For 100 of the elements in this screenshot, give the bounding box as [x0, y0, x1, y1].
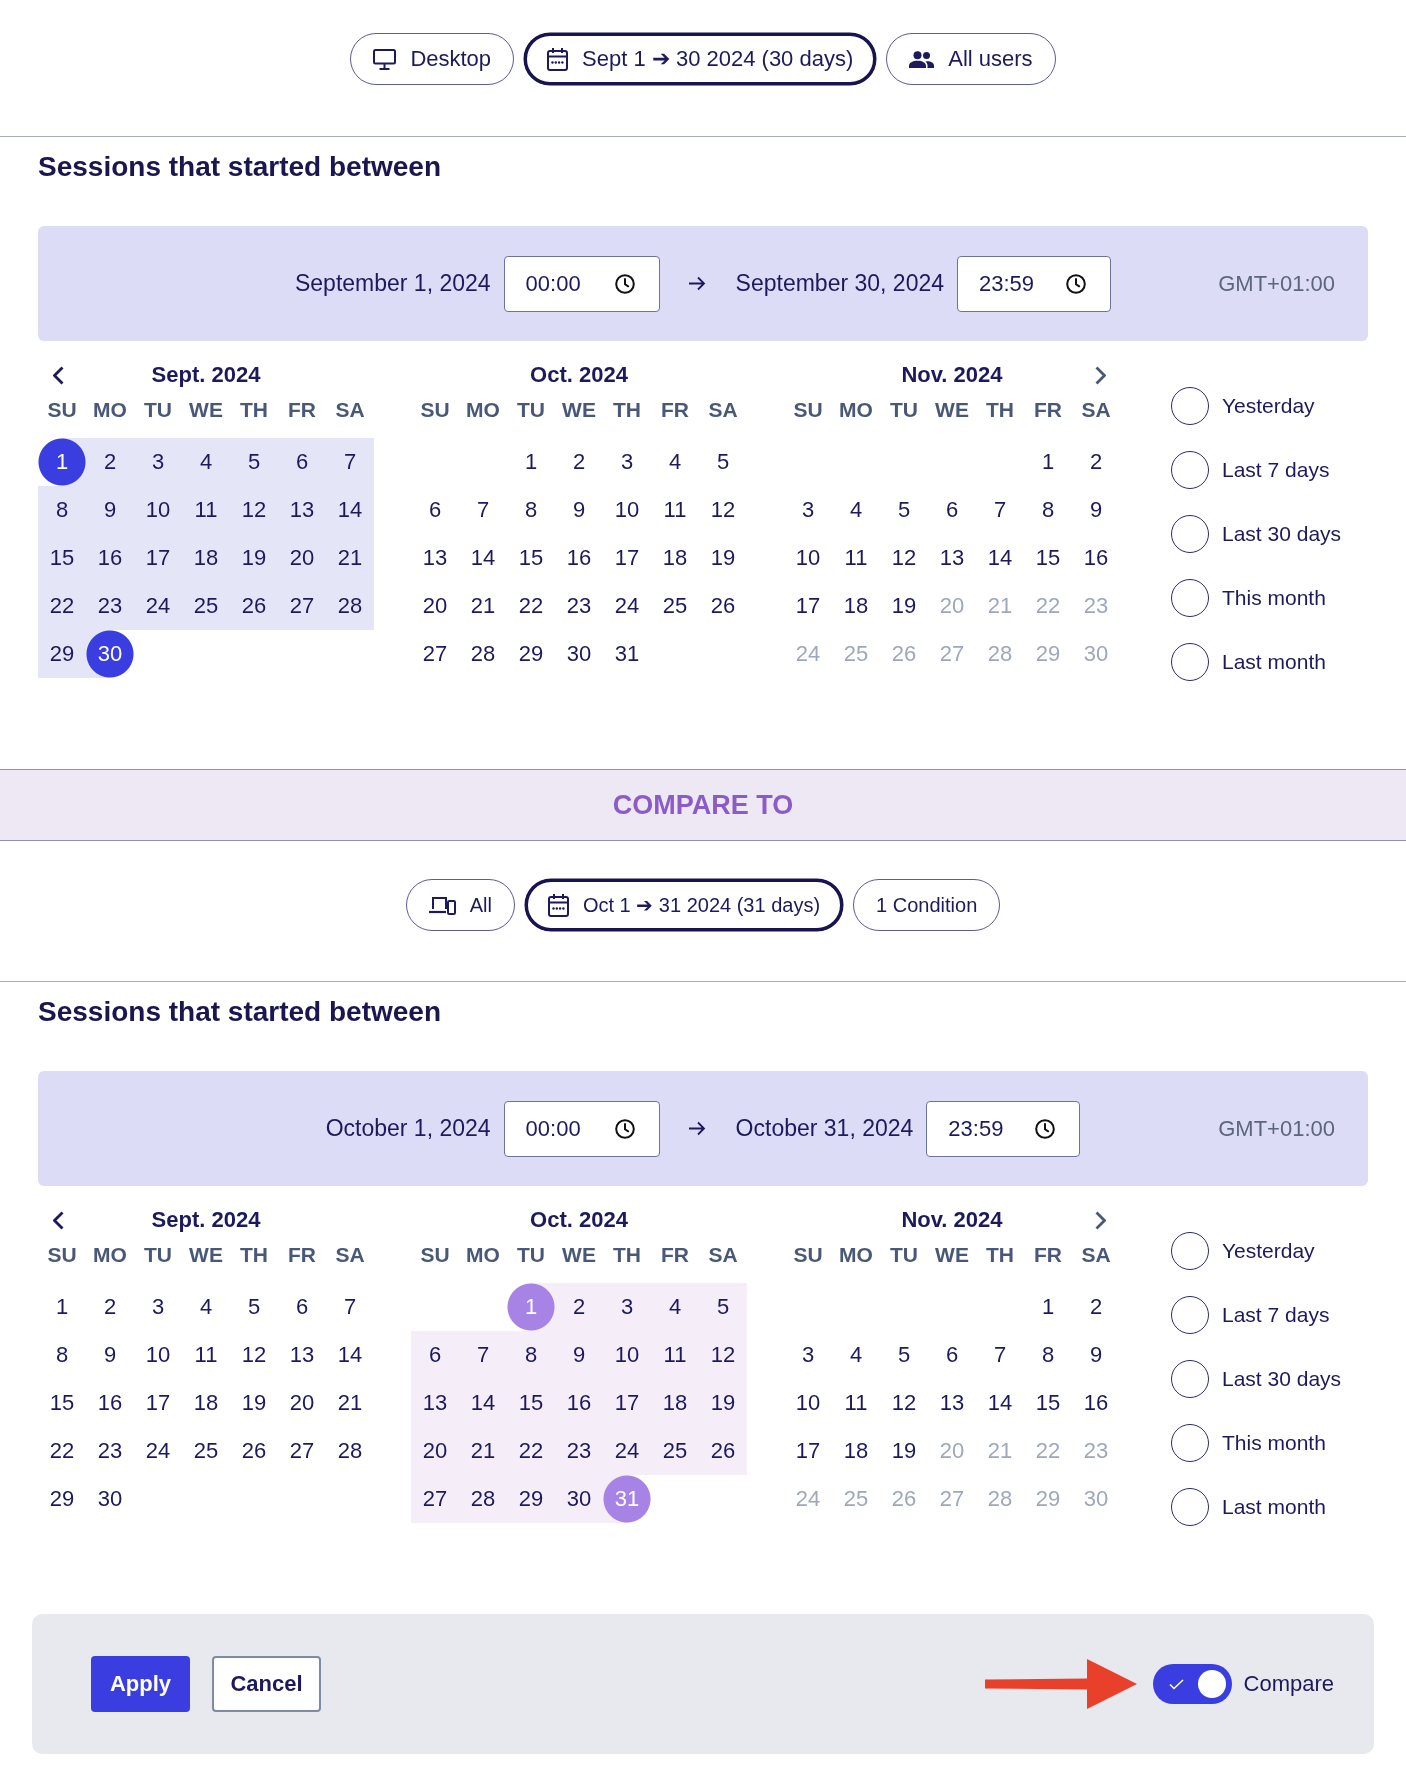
calendar-day[interactable]: 14: [976, 1379, 1024, 1427]
calendar-day[interactable]: 5: [230, 1283, 278, 1331]
calendar-day[interactable]: 21: [326, 534, 374, 582]
calendar-day[interactable]: 6: [411, 486, 459, 534]
calendar-day[interactable]: 6: [928, 1331, 976, 1379]
calendar-day[interactable]: 4: [832, 486, 880, 534]
end-time-field[interactable]: 23:59: [957, 255, 1112, 312]
radio-button[interactable]: [1171, 387, 1209, 425]
calendar-day[interactable]: 2: [86, 1283, 134, 1331]
calendar-day[interactable]: 4: [832, 1331, 880, 1379]
calendar-day[interactable]: 16: [1072, 534, 1120, 582]
calendar-day[interactable]: 4: [651, 438, 699, 486]
calendar-day[interactable]: 17: [134, 1379, 182, 1427]
calendar-day[interactable]: 30: [555, 1475, 603, 1523]
calendar-day[interactable]: 3: [603, 438, 651, 486]
calendar-day[interactable]: 2: [1072, 438, 1120, 486]
date-range-button[interactable]: Sept 1 ➔ 30 2024 (30 days): [524, 33, 877, 85]
calendar-day[interactable]: 18: [182, 1379, 230, 1427]
calendar-day[interactable]: 31: [603, 630, 651, 678]
calendar-day[interactable]: 6: [928, 486, 976, 534]
calendar-day[interactable]: 19: [880, 582, 928, 630]
calendar-day[interactable]: 19: [699, 1379, 747, 1427]
user-filter-button[interactable]: All users: [886, 33, 1056, 85]
calendar-day[interactable]: 22: [507, 582, 555, 630]
calendar-day[interactable]: 11: [832, 1379, 880, 1427]
calendar-day[interactable]: 17: [603, 1379, 651, 1427]
device-filter-button[interactable]: Desktop: [350, 33, 515, 85]
calendar-day[interactable]: 26: [230, 582, 278, 630]
calendar-day[interactable]: 11: [832, 534, 880, 582]
calendar-day[interactable]: 10: [784, 534, 832, 582]
calendar-day[interactable]: 18: [182, 534, 230, 582]
calendar-day[interactable]: 9: [86, 1331, 134, 1379]
calendar-day[interactable]: 8: [38, 1331, 86, 1379]
calendar-day[interactable]: 26: [699, 582, 747, 630]
preset-label[interactable]: Last month: [1222, 650, 1326, 674]
preset-label[interactable]: This month: [1222, 1431, 1326, 1455]
calendar-day[interactable]: 3: [134, 1283, 182, 1331]
calendar-day[interactable]: 28: [459, 630, 507, 678]
preset-label[interactable]: This month: [1222, 586, 1326, 610]
calendar-day[interactable]: 3: [784, 1331, 832, 1379]
calendar-day[interactable]: 19: [699, 534, 747, 582]
calendar-day[interactable]: 10: [134, 486, 182, 534]
calendar-day[interactable]: 23: [555, 582, 603, 630]
calendar-day[interactable]: 7: [459, 1331, 507, 1379]
cancel-button[interactable]: Cancel: [212, 1656, 321, 1712]
calendar-day[interactable]: 16: [86, 1379, 134, 1427]
calendar-day[interactable]: 27: [411, 1475, 459, 1523]
radio-button[interactable]: [1171, 1296, 1209, 1334]
chevron-left-icon[interactable]: [52, 365, 64, 385]
device-filter-button[interactable]: All: [405, 879, 515, 931]
calendar-day[interactable]: 8: [38, 486, 86, 534]
calendar-day[interactable]: 11: [651, 1331, 699, 1379]
calendar-day[interactable]: 6: [411, 1331, 459, 1379]
calendar-day[interactable]: 9: [555, 486, 603, 534]
calendar-day[interactable]: 28: [326, 582, 374, 630]
calendar-day[interactable]: 30: [86, 630, 134, 678]
calendar-day[interactable]: 20: [411, 582, 459, 630]
calendar-day[interactable]: 3: [784, 486, 832, 534]
calendar-day[interactable]: 22: [38, 582, 86, 630]
calendar-day[interactable]: 8: [1024, 1331, 1072, 1379]
calendar-day[interactable]: 21: [326, 1379, 374, 1427]
calendar-day[interactable]: 28: [459, 1475, 507, 1523]
calendar-day[interactable]: 14: [459, 534, 507, 582]
calendar-day[interactable]: 13: [928, 534, 976, 582]
radio-button[interactable]: [1171, 579, 1209, 617]
calendar-day[interactable]: 24: [134, 582, 182, 630]
calendar-day[interactable]: 28: [326, 1427, 374, 1475]
calendar-day[interactable]: 25: [651, 582, 699, 630]
calendar-day[interactable]: 23: [555, 1427, 603, 1475]
calendar-day[interactable]: 9: [1072, 486, 1120, 534]
calendar-day[interactable]: 9: [1072, 1331, 1120, 1379]
calendar-day[interactable]: 16: [1072, 1379, 1120, 1427]
radio-button[interactable]: [1171, 515, 1209, 553]
calendar-day[interactable]: 26: [230, 1427, 278, 1475]
calendar-day[interactable]: 24: [603, 582, 651, 630]
calendar-day[interactable]: 12: [699, 1331, 747, 1379]
radio-button[interactable]: [1171, 1232, 1209, 1270]
calendar-day[interactable]: 8: [507, 486, 555, 534]
apply-button[interactable]: Apply: [91, 1656, 190, 1712]
calendar-day[interactable]: 1: [1024, 438, 1072, 486]
calendar-day[interactable]: 26: [699, 1427, 747, 1475]
calendar-day[interactable]: 1: [1024, 1283, 1072, 1331]
calendar-day[interactable]: 22: [38, 1427, 86, 1475]
calendar-day[interactable]: 5: [880, 486, 928, 534]
compare-toggle[interactable]: [1152, 1664, 1232, 1704]
preset-label[interactable]: Last month: [1222, 1495, 1326, 1519]
calendar-day[interactable]: 12: [880, 1379, 928, 1427]
calendar-day[interactable]: 2: [555, 1283, 603, 1331]
chevron-left-icon[interactable]: [52, 1210, 64, 1230]
calendar-day[interactable]: 21: [459, 582, 507, 630]
calendar-day[interactable]: 6: [278, 1283, 326, 1331]
calendar-day[interactable]: 1: [38, 1283, 86, 1331]
calendar-day[interactable]: 10: [603, 486, 651, 534]
preset-label[interactable]: Last 7 days: [1222, 458, 1330, 482]
calendar-day[interactable]: 14: [326, 486, 374, 534]
end-time-field[interactable]: 23:59: [926, 1100, 1081, 1157]
calendar-day[interactable]: 2: [1072, 1283, 1120, 1331]
radio-button[interactable]: [1171, 1424, 1209, 1462]
calendar-day[interactable]: 7: [976, 1331, 1024, 1379]
calendar-day[interactable]: 15: [1024, 534, 1072, 582]
